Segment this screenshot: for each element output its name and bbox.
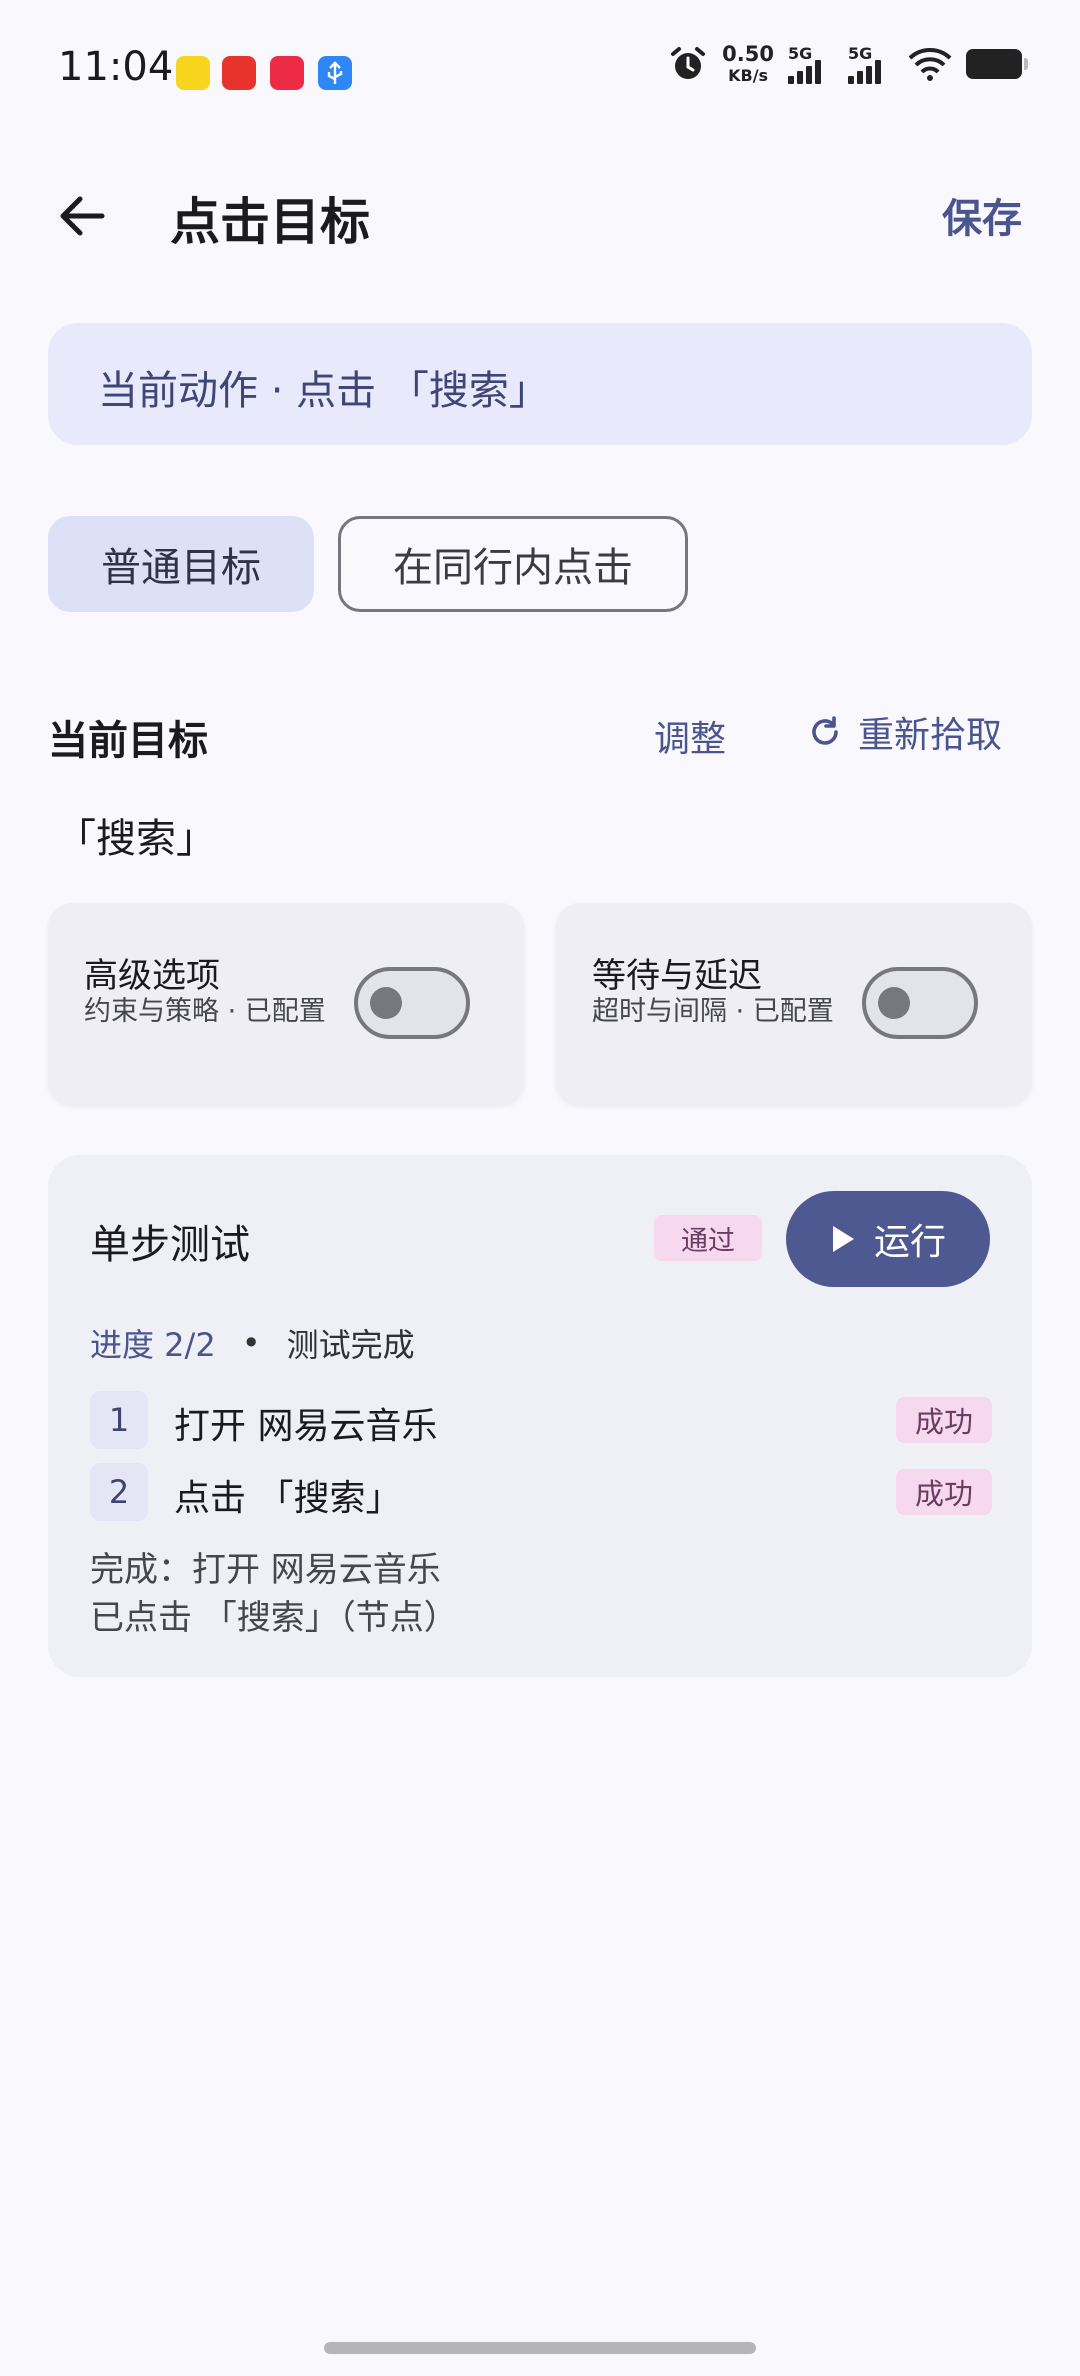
current-target-heading: 当前目标 [48,718,208,764]
test-title: 单步测试 [90,1222,250,1268]
save-button[interactable]: 保存 [942,186,1022,244]
result-line-2: 已点击 「搜索」（节点） [90,1598,458,1638]
signal-strength-icon: 5G [848,44,894,84]
separator: • [241,1324,261,1362]
card-subtitle: 约束与策略 · 已配置 [84,996,326,1027]
card-title: 高级选项 [84,956,220,996]
status-icons: 0.50 KB/s 5G 5G [668,42,1028,85]
alarm-icon [671,47,706,79]
advanced-options-card[interactable]: 高级选项 约束与策略 · 已配置 [48,903,524,1105]
toggle-knob [878,987,910,1019]
home-indicator[interactable] [324,2342,756,2354]
wait-delay-card[interactable]: 等待与延迟 超时与间隔 · 已配置 [556,903,1032,1105]
usb-icon [318,56,352,90]
signal-strength-icon: 5G [788,44,834,84]
toggle-knob [370,987,402,1019]
repick-button[interactable]: 重新拾取 [806,706,1002,758]
step-text: 点击 「搜索」 [174,1478,402,1519]
card-subtitle: 超时与间隔 · 已配置 [592,996,834,1027]
target-value: 「搜索」 [56,816,216,862]
step-text: 打开 网易云音乐 [174,1406,438,1447]
test-status: 测试完成 [286,1326,415,1364]
result-line-1: 完成：打开 网易云音乐 [90,1550,441,1590]
chip-click-in-row[interactable]: 在同行内点击 [338,516,688,612]
run-button[interactable]: 运行 [786,1191,990,1287]
run-label: 运行 [873,1222,946,1263]
test-progress: 进度 2/2 • 测试完成 [90,1320,415,1366]
play-icon [832,1226,854,1252]
refresh-icon [812,716,838,745]
step-result-badge: 成功 [896,1469,992,1515]
card-title: 等待与延迟 [592,956,762,996]
status-time: 11:04 [58,44,174,90]
current-action-text: 当前动作 · 点击 「搜索」 [98,368,549,414]
step-result-badge: 成功 [896,1397,992,1443]
chip-normal-target[interactable]: 普通目标 [48,516,314,612]
notification-app-red-icon [222,56,256,90]
advanced-options-toggle[interactable] [354,967,470,1039]
notification-xiaohongshu-icon [270,56,304,90]
page-title: 点击目标 [170,193,370,251]
back-arrow-icon[interactable] [52,186,112,246]
repick-label: 重新拾取 [858,715,1003,756]
battery-icon [966,49,1028,79]
adjust-button[interactable]: 调整 [654,710,726,762]
test-result-text: 完成：打开 网易云音乐 已点击 「搜索」（节点） [90,1546,458,1642]
wait-delay-toggle[interactable] [862,967,978,1039]
network-speed: 0.50 KB/s [722,42,774,85]
pass-badge: 通过 [654,1215,762,1261]
notification-app-yellow-icon [176,56,210,90]
progress-label: 进度 2/2 [90,1326,216,1364]
step-index: 1 [90,1391,148,1449]
wifi-icon [908,48,952,81]
step-index: 2 [90,1463,148,1521]
